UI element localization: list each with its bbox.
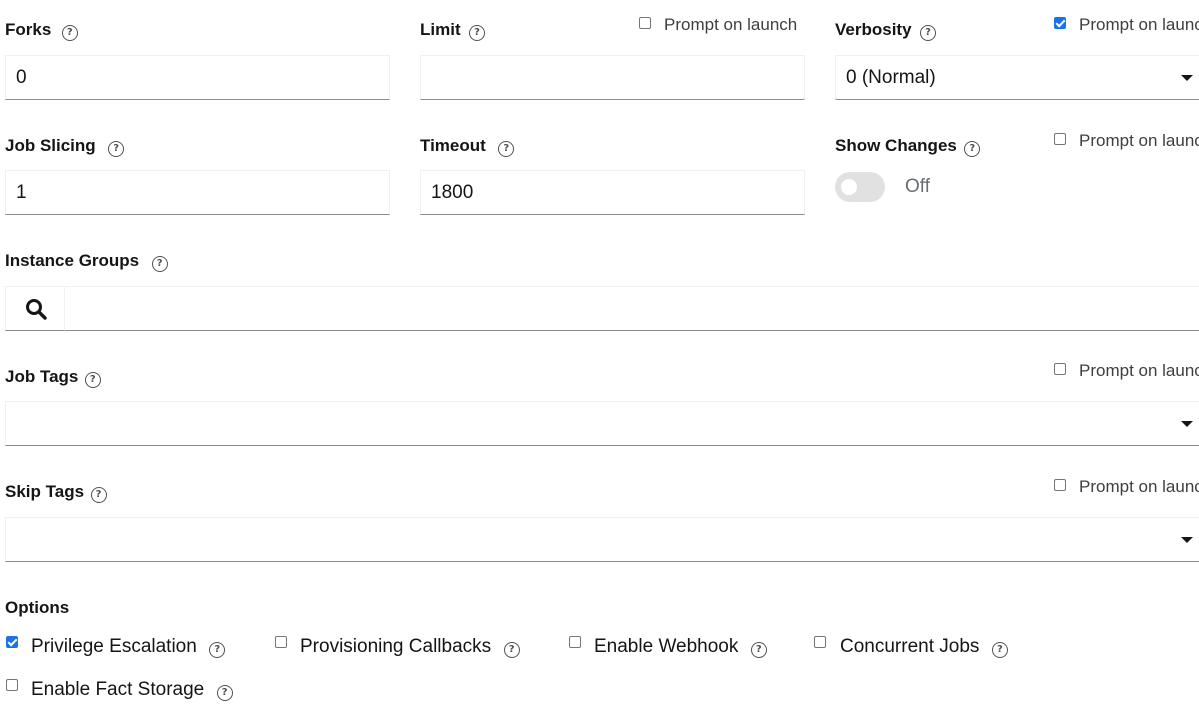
job-tags-prompt-checkbox[interactable] bbox=[1054, 363, 1066, 375]
skip-tags-prompt-label[interactable]: Prompt on launch bbox=[1079, 477, 1199, 497]
help-icon[interactable]: ? bbox=[964, 141, 981, 157]
concurrent-jobs-option: Concurrent Jobs ? bbox=[840, 636, 1008, 658]
provisioning-callbacks-label[interactable]: Provisioning Callbacks bbox=[300, 636, 491, 657]
skip-tags-prompt-checkbox[interactable] bbox=[1054, 479, 1066, 491]
privilege-escalation-option: Privilege Escalation ? bbox=[31, 636, 226, 658]
skip-tags-select[interactable] bbox=[5, 517, 1199, 562]
help-icon[interactable]: ? bbox=[209, 642, 226, 658]
help-icon[interactable]: ? bbox=[750, 642, 767, 658]
enable-webhook-option: Enable Webhook ? bbox=[594, 636, 767, 658]
limit-label-group: Limit ? bbox=[420, 20, 486, 41]
job-tags-prompt-label[interactable]: Prompt on launch bbox=[1079, 361, 1199, 381]
provisioning-callbacks-option: Provisioning Callbacks ? bbox=[300, 636, 520, 658]
job-tags-select[interactable] bbox=[5, 401, 1199, 446]
show-changes-toggle[interactable] bbox=[835, 172, 885, 202]
job-slicing-label-group: Job Slicing ? bbox=[5, 136, 125, 157]
concurrent-jobs-checkbox[interactable] bbox=[814, 636, 826, 648]
job-slicing-label: Job Slicing bbox=[5, 136, 96, 155]
provisioning-callbacks-checkbox[interactable] bbox=[275, 636, 287, 648]
show-changes-state: Off bbox=[905, 176, 930, 197]
verbosity-prompt-label[interactable]: Prompt on launch bbox=[1079, 15, 1199, 35]
job-slicing-input[interactable]: 1 bbox=[5, 170, 390, 215]
instance-groups-input[interactable] bbox=[64, 286, 1199, 331]
instance-groups-search-button[interactable] bbox=[5, 286, 65, 331]
job-tags-label: Job Tags bbox=[5, 367, 79, 386]
show-changes-label-group: Show Changes ? bbox=[835, 136, 981, 157]
toggle-knob bbox=[841, 179, 857, 195]
verbosity-prompt-checkbox[interactable] bbox=[1054, 17, 1066, 29]
verbosity-label: Verbosity bbox=[835, 20, 912, 39]
enable-fact-storage-label[interactable]: Enable Fact Storage bbox=[31, 679, 204, 700]
caret-down-icon bbox=[1181, 75, 1193, 81]
show-changes-prompt-label[interactable]: Prompt on launch bbox=[1079, 131, 1199, 151]
privilege-escalation-checkbox[interactable] bbox=[6, 636, 18, 648]
help-icon[interactable]: ? bbox=[151, 256, 168, 272]
enable-webhook-checkbox[interactable] bbox=[569, 636, 581, 648]
caret-down-icon bbox=[1181, 421, 1193, 427]
show-changes-label: Show Changes bbox=[835, 136, 957, 155]
enable-webhook-label[interactable]: Enable Webhook bbox=[594, 636, 738, 657]
forks-label: Forks bbox=[5, 20, 52, 39]
limit-prompt-label[interactable]: Prompt on launch bbox=[664, 15, 797, 35]
enable-fact-storage-checkbox[interactable] bbox=[6, 679, 18, 691]
help-icon[interactable]: ? bbox=[216, 685, 233, 701]
help-icon[interactable]: ? bbox=[61, 25, 78, 41]
timeout-label: Timeout bbox=[420, 136, 486, 155]
verbosity-value: 0 (Normal) bbox=[846, 67, 936, 88]
limit-input[interactable] bbox=[420, 55, 805, 100]
skip-tags-label: Skip Tags bbox=[5, 482, 85, 501]
privilege-escalation-label[interactable]: Privilege Escalation bbox=[31, 636, 197, 657]
verbosity-label-group: Verbosity ? bbox=[835, 20, 936, 41]
caret-down-icon bbox=[1181, 537, 1193, 543]
limit-prompt-checkbox[interactable] bbox=[639, 17, 651, 29]
options-label: Options bbox=[5, 598, 70, 617]
help-icon[interactable]: ? bbox=[90, 487, 107, 503]
instance-groups-label: Instance Groups bbox=[5, 251, 140, 270]
help-icon[interactable]: ? bbox=[503, 642, 520, 658]
timeout-input[interactable]: 1800 bbox=[420, 170, 805, 215]
concurrent-jobs-label[interactable]: Concurrent Jobs bbox=[840, 636, 979, 657]
verbosity-select[interactable]: 0 (Normal) bbox=[835, 55, 1199, 100]
forks-label-group: Forks ? bbox=[5, 20, 78, 41]
search-icon bbox=[26, 299, 47, 320]
help-icon[interactable]: ? bbox=[84, 372, 101, 388]
help-icon[interactable]: ? bbox=[469, 25, 486, 41]
job-tags-label-group: Job Tags ? bbox=[5, 367, 101, 388]
help-icon[interactable]: ? bbox=[920, 25, 936, 41]
enable-fact-storage-option: Enable Fact Storage ? bbox=[31, 679, 233, 701]
skip-tags-label-group: Skip Tags ? bbox=[5, 482, 107, 503]
timeout-label-group: Timeout ? bbox=[420, 136, 515, 157]
instance-groups-label-group: Instance Groups ? bbox=[5, 251, 168, 272]
show-changes-prompt-checkbox[interactable] bbox=[1054, 133, 1066, 145]
help-icon[interactable]: ? bbox=[498, 141, 515, 157]
limit-label: Limit bbox=[420, 20, 461, 39]
help-icon[interactable]: ? bbox=[991, 642, 1008, 658]
help-icon[interactable]: ? bbox=[108, 141, 125, 157]
forks-input[interactable]: 0 bbox=[5, 55, 390, 100]
